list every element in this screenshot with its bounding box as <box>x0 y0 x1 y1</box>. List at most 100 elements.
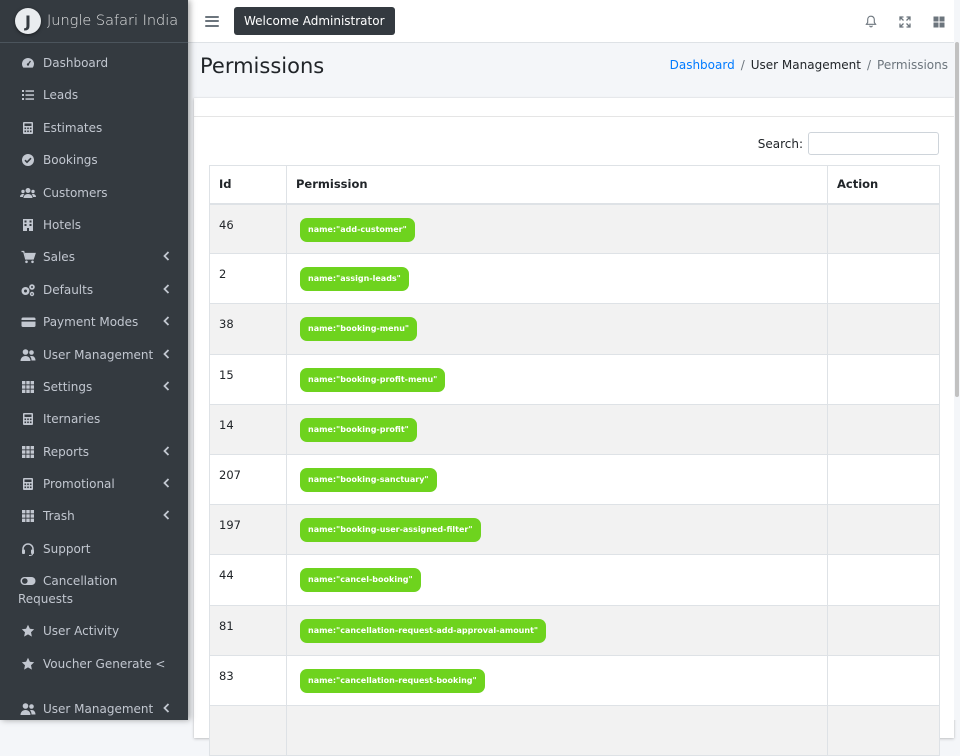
wallet-icon <box>20 314 36 330</box>
sidebar-item-settings[interactable]: Settings <box>0 371 188 403</box>
sidebar-item-bookings[interactable]: Bookings <box>0 144 188 176</box>
cell-action <box>827 303 940 355</box>
column-header-permission[interactable]: Permission <box>286 165 828 205</box>
permission-badge: name:"cancellation-request-add-approval-… <box>300 618 547 643</box>
sidebar-item-customers[interactable]: Customers <box>0 177 188 209</box>
cell-id: 81 <box>209 604 287 656</box>
sidebar-item-cancellation[interactable]: Cancellation Requests <box>0 565 188 615</box>
cell-id: 14 <box>209 403 287 455</box>
sidebar-item-label: Cancellation <box>43 574 118 589</box>
sidebar-item-voucher-generate[interactable]: Voucher Generate < <box>0 648 188 680</box>
cell-id: 197 <box>209 504 287 556</box>
search-input[interactable] <box>808 132 939 155</box>
list-icon <box>20 87 36 103</box>
sidebar-item-defaults[interactable]: Defaults <box>0 274 188 306</box>
sidebar-item-label: Dashboard <box>43 56 109 70</box>
breadcrumb-separator: / <box>740 58 745 72</box>
cell-id: 15 <box>209 353 287 405</box>
cell-action <box>827 654 940 706</box>
sidebar-item-support[interactable]: Support <box>0 533 188 565</box>
cell-permission: name:"booking-profit-menu" <box>286 353 828 405</box>
cell-action <box>827 202 940 255</box>
headset-icon <box>20 541 36 557</box>
table-row: 15 name:"booking-profit-menu" <box>209 353 940 405</box>
sidebar-item-promotional[interactable]: Promotional <box>0 468 188 500</box>
calculator-icon <box>20 411 36 427</box>
permissions-table: Id Permission Action 46 name:"add-custome… <box>209 165 940 756</box>
permission-badge: name:"cancellation-request-booking" <box>300 668 485 693</box>
sidebar-item-user-activity[interactable]: User Activity <box>0 615 188 647</box>
user-group-icon <box>20 701 36 717</box>
sidebar-item-label: Leads <box>43 88 79 103</box>
cell-permission: name:"booking-menu" <box>286 303 828 355</box>
cell-action <box>827 504 940 556</box>
chevron-left-icon <box>163 250 170 266</box>
permissions-card: Search: Id Permission Action 46 name:"add… <box>194 98 954 756</box>
scrollbar-thumb[interactable] <box>955 42 959 397</box>
sidebar-item-label: Payment Modes <box>43 315 139 330</box>
check-circle-icon <box>20 152 36 168</box>
cell-action <box>827 353 940 405</box>
calculator-icon <box>20 476 36 492</box>
grid-icon <box>20 508 36 524</box>
fullscreen-icon[interactable] <box>898 15 912 29</box>
sidebar-item-dashboard[interactable]: Dashboard <box>0 47 188 79</box>
bell-icon[interactable] <box>864 15 878 29</box>
cell-action <box>827 704 940 756</box>
cell-id: 38 <box>209 303 287 355</box>
cell-permission: name:"cancellation-request-add-approval-… <box>286 604 828 656</box>
sidebar-item-label: Estimates <box>43 120 103 135</box>
permission-badge: name:"cancel-booking" <box>300 568 421 593</box>
table-row: 197 name:"booking-user-assigned-filter" <box>209 504 940 556</box>
cell-permission: name:"assign-leads" <box>286 253 828 305</box>
sidebar-item-user-management[interactable]: User Management <box>0 339 188 371</box>
sidebar-item-label: Bookings <box>43 153 98 168</box>
cell-permission: name:"booking-user-assigned-filter" <box>286 504 828 556</box>
user-group-icon <box>20 347 36 363</box>
sidebar-item-estimates[interactable]: Estimates <box>0 112 188 144</box>
table-row: 207 name:"booking-sanctuary" <box>209 453 940 506</box>
page-scrollbar[interactable] <box>954 0 960 720</box>
sidebar-item-user-management[interactable]: User Management <box>0 693 188 720</box>
sidebar-item-label: Defaults <box>43 282 94 297</box>
cell-action <box>827 453 940 506</box>
chevron-left-icon <box>163 477 170 493</box>
breadcrumb: Dashboard / User Management / Permission… <box>670 58 948 72</box>
column-header-action[interactable]: Action <box>827 165 940 205</box>
sidebar-item-label: Sales <box>43 250 75 265</box>
sidebar-item-reports[interactable]: Reports <box>0 436 188 468</box>
sidebar-item-leads[interactable]: Leads <box>0 79 188 111</box>
permission-badge: name:"booking-menu" <box>300 317 418 342</box>
sidebar-item-label: Voucher Generate < <box>43 656 166 671</box>
column-header-id[interactable]: Id <box>209 165 287 205</box>
permission-badge: name:"booking-profit-menu" <box>300 367 446 392</box>
sidebar-item-hotels[interactable]: Hotels <box>0 209 188 241</box>
sidebar: J Jungle Safari India Dashboard Leads Esti… <box>0 0 188 720</box>
chevron-left-icon <box>163 702 170 718</box>
breadcrumb-dashboard[interactable]: Dashboard <box>670 58 735 72</box>
table-row: 2 name:"assign-leads" <box>209 253 940 305</box>
navbar-icons <box>864 0 946 43</box>
permission-badge: name:"add-customer" <box>300 217 415 242</box>
apps-grid-icon[interactable] <box>932 15 946 29</box>
cell-action <box>827 403 940 455</box>
sidebar-item-trash[interactable]: Trash <box>0 500 188 532</box>
permission-badge: name:"assign-leads" <box>300 267 409 292</box>
breadcrumb-separator: / <box>866 58 872 72</box>
permission-badge: name:"booking-sanctuary" <box>300 467 437 492</box>
chevron-left-icon <box>163 348 170 364</box>
table-row: 81 name:"cancellation-request-add-approva… <box>209 604 940 656</box>
star-icon <box>20 623 36 639</box>
sidebar-item-sales[interactable]: Sales <box>0 241 188 273</box>
sidebar-item-label: User Management <box>43 347 154 362</box>
sidebar-item-payment-modes[interactable]: Payment Modes <box>0 306 188 338</box>
chevron-left-icon <box>163 445 170 461</box>
hamburger-menu-icon[interactable] <box>205 15 219 27</box>
brand[interactable]: J Jungle Safari India <box>0 0 188 43</box>
cell-id: 83 <box>209 654 287 706</box>
cart-icon <box>20 249 36 265</box>
cell-permission <box>286 704 828 756</box>
sidebar-item-label: User Management <box>43 702 154 717</box>
sidebar-item-iternaries[interactable]: Iternaries <box>0 403 188 435</box>
building-icon <box>20 217 36 233</box>
